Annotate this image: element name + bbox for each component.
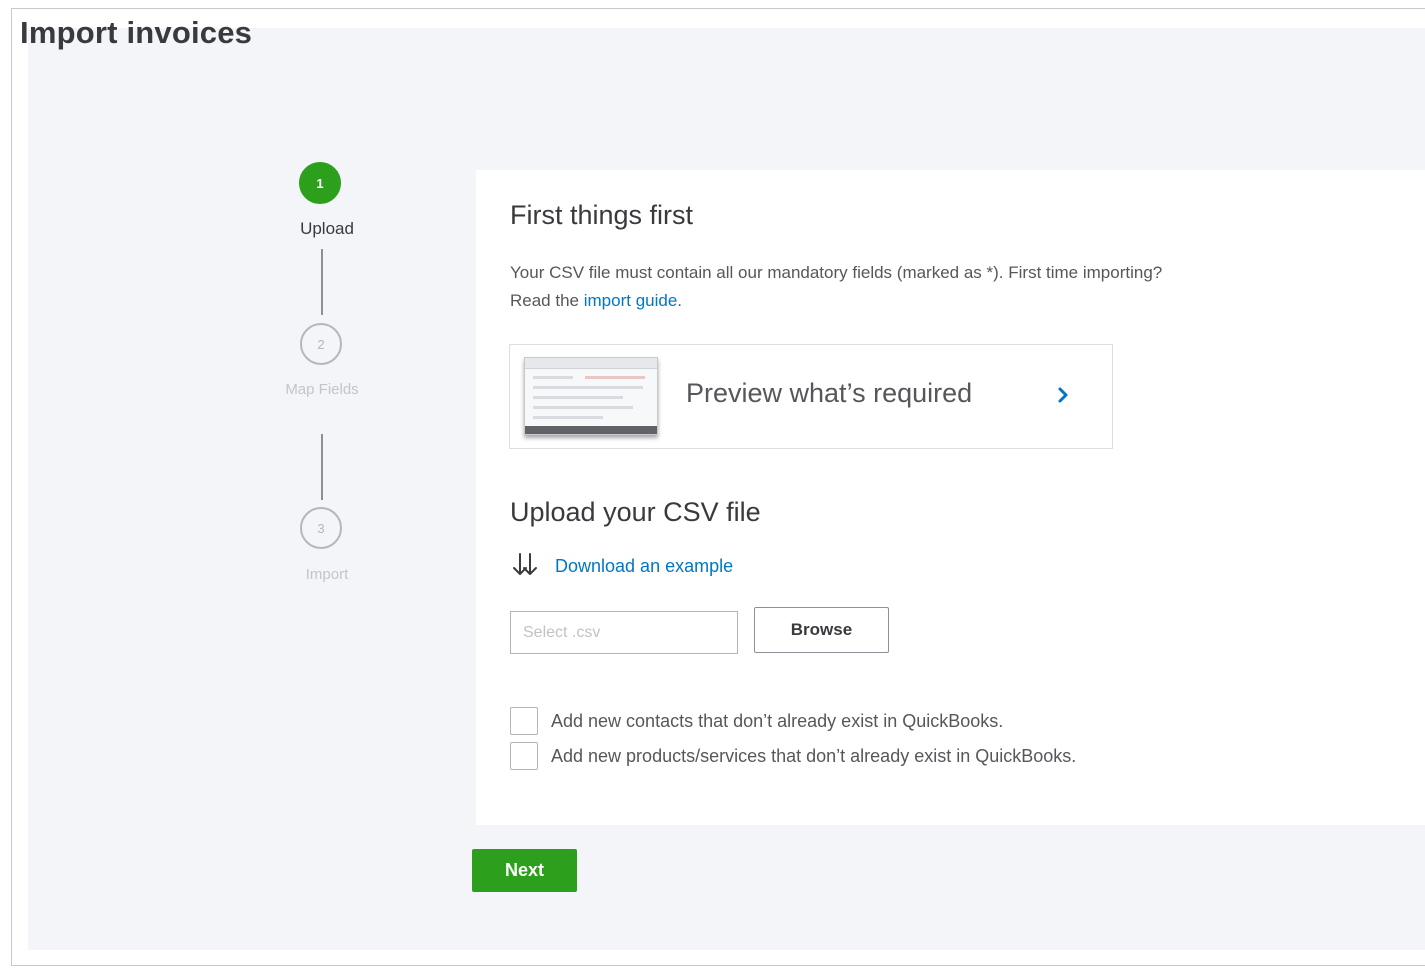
step-1-circle: 1 <box>299 162 341 204</box>
description-period: . <box>677 291 683 310</box>
description-read-the: Read the <box>510 291 579 310</box>
step-1-label: Upload <box>300 219 354 238</box>
add-products-option[interactable]: Add new products/services that don’t alr… <box>510 742 1076 770</box>
preview-required-panel[interactable]: Preview what’s required <box>509 344 1113 449</box>
upload-heading: Upload your CSV file <box>510 497 761 527</box>
step-2-label: Map Fields <box>285 381 359 398</box>
import-guide-link[interactable]: import guide <box>584 291 678 310</box>
upload-card: First things first Your CSV file must co… <box>476 170 1425 825</box>
next-button[interactable]: Next <box>472 849 577 892</box>
add-contacts-label: Add new contacts that don’t already exis… <box>551 710 1004 731</box>
chevron-right-icon <box>1058 387 1068 403</box>
description-text: Your CSV file must contain all our manda… <box>510 263 1163 282</box>
card-heading: First things first <box>510 200 694 230</box>
step-connector <box>321 249 323 315</box>
add-products-label: Add new products/services that don’t alr… <box>551 745 1077 766</box>
add-contacts-option[interactable]: Add new contacts that don’t already exis… <box>510 707 1003 735</box>
step-2-circle: 2 <box>300 323 342 365</box>
download-example-label: Download an example <box>555 555 734 576</box>
csv-preview-thumbnail <box>524 357 658 435</box>
download-arrows-icon <box>513 553 537 575</box>
add-contacts-checkbox[interactable] <box>510 707 538 735</box>
csv-file-input[interactable] <box>510 611 738 654</box>
add-products-checkbox[interactable] <box>510 742 538 770</box>
step-3-circle: 3 <box>300 507 342 549</box>
page-title: Import invoices <box>20 15 253 50</box>
preview-required-label: Preview what’s required <box>686 378 973 408</box>
browse-button[interactable]: Browse <box>754 607 889 653</box>
step-3-label: Import <box>305 566 349 583</box>
step-connector <box>321 434 323 500</box>
card-description: Your CSV file must contain all our manda… <box>510 259 1370 315</box>
download-example-link[interactable]: Download an example <box>511 552 733 580</box>
